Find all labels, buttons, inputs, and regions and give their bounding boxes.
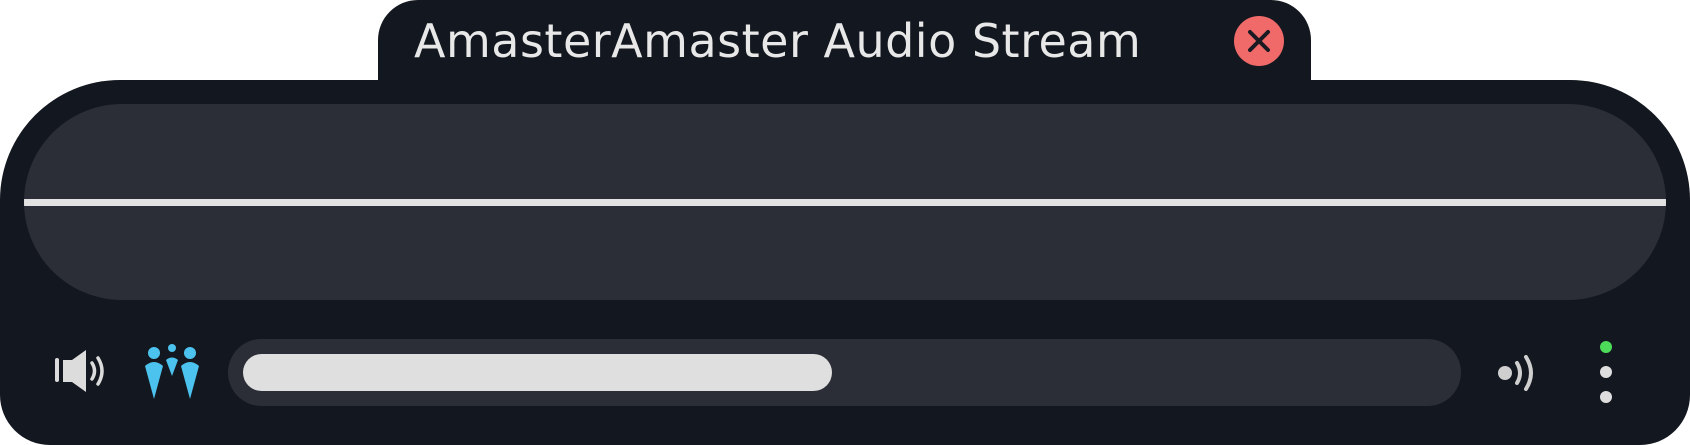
close-button[interactable] — [1234, 16, 1284, 66]
broadcast-signal-icon — [1498, 355, 1533, 391]
close-icon — [1248, 30, 1270, 52]
player-panel — [0, 80, 1690, 445]
menu-button[interactable] — [1594, 336, 1618, 406]
progress-fill — [243, 354, 832, 391]
audio-visualizer — [24, 104, 1666, 300]
listeners-people-icon — [145, 344, 199, 399]
vertical-dots-menu-icon — [1600, 341, 1612, 403]
listeners-button[interactable] — [140, 344, 204, 404]
online-status-dot — [1600, 341, 1612, 353]
waveform-line — [24, 199, 1666, 206]
progress-track[interactable] — [228, 339, 1461, 406]
broadcast-button[interactable] — [1495, 350, 1541, 396]
volume-button[interactable] — [52, 346, 112, 396]
controls-bar — [0, 320, 1690, 445]
title-bar: AmasterAmaster Audio Stream — [378, 0, 1311, 90]
speaker-volume-icon — [55, 350, 104, 392]
window-title: AmasterAmaster Audio Stream — [414, 14, 1142, 68]
